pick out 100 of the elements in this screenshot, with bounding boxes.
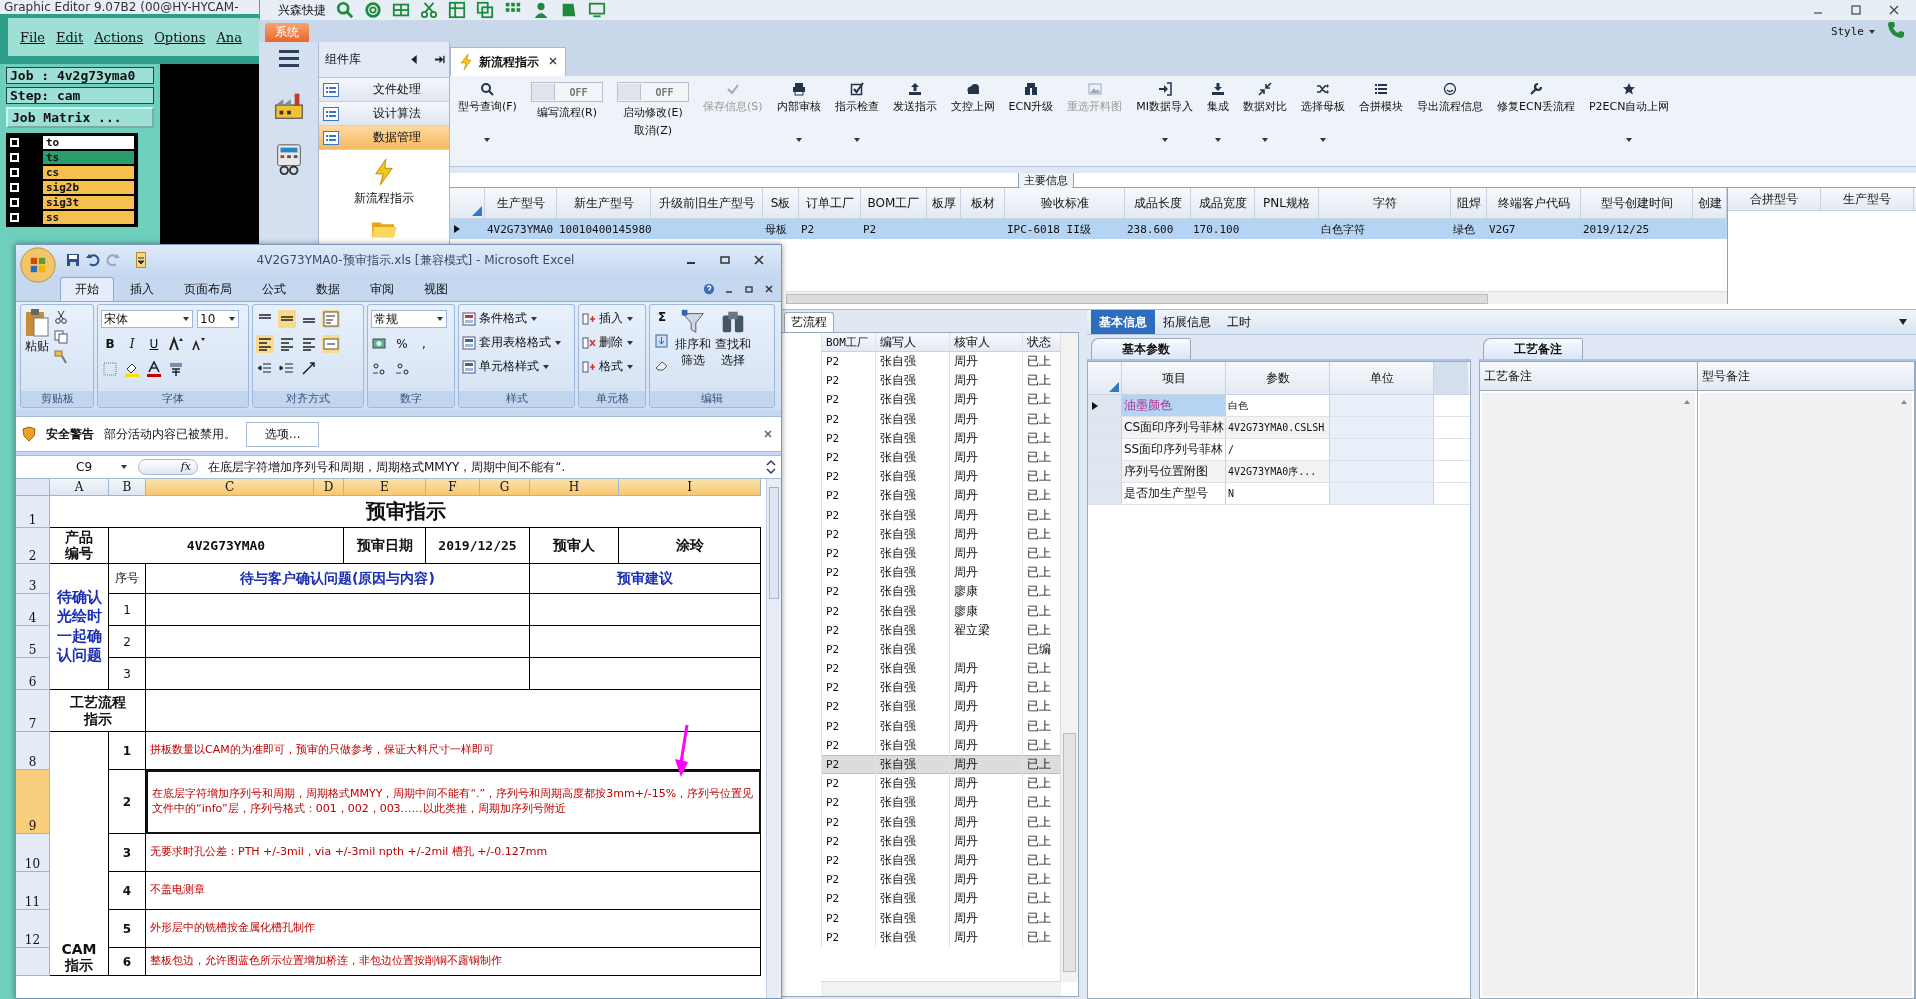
toolbar-button[interactable]: 选择母板 — [1301, 82, 1346, 143]
toolbar-button[interactable]: 导出流程信息 — [1417, 82, 1484, 114]
monitor-icon[interactable] — [588, 1, 606, 19]
column-header[interactable]: 项目 — [1122, 362, 1226, 394]
table-row[interactable]: P2 张自强 周丹 已上 — [821, 524, 1061, 544]
row-header[interactable]: 6 — [16, 658, 50, 690]
row-header[interactable]: 1 — [16, 496, 50, 528]
table-row[interactable]: P2 张自强 周丹 已上 — [821, 716, 1061, 736]
shortcut-label[interactable]: 新流程指示 — [354, 190, 414, 207]
ribbon-tab[interactable]: 公式 — [248, 278, 300, 301]
checkbox[interactable] — [10, 213, 19, 222]
toolbar-button[interactable]: 数据对比 — [1243, 82, 1288, 143]
layer-item[interactable]: sig3t — [43, 196, 134, 209]
tab[interactable]: 基本信息 — [1091, 310, 1155, 334]
table-row[interactable]: P2 张自强 周丹 已上 — [821, 659, 1061, 679]
column-header[interactable]: PNL规格 — [1255, 188, 1319, 218]
row-header[interactable]: 7 — [16, 690, 50, 732]
scrollbar[interactable] — [821, 981, 1061, 996]
menu-item[interactable]: Ana — [216, 29, 242, 45]
merge-icon[interactable] — [322, 335, 340, 353]
scroll-up-icon[interactable] — [1900, 399, 1908, 405]
table-row[interactable]: P2 张自强 周丹 已上 — [821, 754, 1061, 775]
row-header[interactable]: 9 — [16, 770, 50, 834]
column-header[interactable]: E — [344, 479, 426, 496]
column-header[interactable]: 阻焊 — [1451, 188, 1487, 218]
column-header[interactable]: I — [619, 479, 761, 496]
checkbox[interactable] — [10, 168, 19, 177]
styles-menu-button[interactable]: 套用表格格式 — [462, 332, 571, 353]
column-header[interactable]: 生产型号 — [485, 188, 557, 218]
row-header[interactable]: 8 — [16, 732, 50, 770]
grid-icon[interactable] — [448, 1, 466, 19]
lightning-icon[interactable] — [373, 158, 395, 186]
search-icon[interactable] — [336, 1, 354, 19]
brush-icon[interactable] — [54, 350, 68, 364]
checkbox[interactable] — [10, 183, 19, 192]
table-row[interactable]: P2 张自强 周丹 已上 — [821, 831, 1061, 851]
cells-menu-button[interactable]: 格式 — [582, 356, 642, 377]
table-row[interactable]: CS面印序列号菲林 4V2G73YMA0.CSLSH — [1088, 417, 1470, 439]
copy-icon[interactable] — [476, 1, 494, 19]
panel-tab[interactable]: 工艺备注 — [1483, 338, 1583, 359]
panel-tab[interactable]: 基本参数 — [1091, 338, 1191, 359]
font-size-field[interactable]: 10 — [197, 310, 239, 328]
table-row[interactable]: P2 张自强 周丹 已上 — [821, 447, 1061, 468]
column-header[interactable]: F — [426, 479, 480, 496]
ribbon-tab[interactable]: 视图 — [410, 278, 462, 301]
scrollbar[interactable] — [766, 479, 781, 998]
column-header[interactable]: 新生产型号 — [557, 188, 651, 218]
toolbar-button[interactable]: 内部审核 — [776, 82, 821, 143]
table-row[interactable]: 4V2G73YMA0 10010400145980 母板 P2 P2 IPC-6018 II级 238.600 170.100 白色字符 绿色 V2G7 2019/12/25 — [450, 219, 1727, 239]
find-select-button[interactable]: 查找和 选择 — [715, 308, 751, 388]
customize-icon[interactable] — [136, 252, 146, 268]
table-row[interactable]: P2 张自强 周丹 已上 — [821, 563, 1061, 583]
column-header[interactable]: 工艺备注 — [1480, 362, 1697, 391]
wrap-text-icon[interactable] — [322, 310, 340, 328]
collapse-icon[interactable] — [409, 54, 420, 65]
close-icon[interactable] — [763, 429, 773, 439]
bold-button[interactable]: B — [101, 335, 119, 353]
tab[interactable]: 拓展信息 — [1155, 310, 1219, 334]
font-grow-icon[interactable] — [167, 335, 185, 353]
table-row[interactable]: P2 张自强 周丹 已上 — [821, 927, 1061, 947]
row-header[interactable]: 5 — [16, 626, 50, 658]
panel-tab[interactable]: 艺流程 — [784, 312, 834, 332]
column-header[interactable]: G — [480, 479, 530, 496]
table-row[interactable]: P2 张自强 周丹 已上 — [821, 678, 1061, 698]
comma-button[interactable]: , — [415, 335, 433, 353]
table-row[interactable]: P2 张自强 周丹 已上 — [821, 409, 1061, 429]
tab[interactable]: 工时 — [1219, 310, 1259, 334]
user-icon[interactable] — [532, 1, 550, 19]
ribbon-tab[interactable]: 开始 — [60, 277, 114, 301]
table-row[interactable]: P2 张自强 周丹 已上 — [821, 889, 1061, 909]
align-icon[interactable] — [278, 335, 296, 353]
table-row[interactable]: P2 张自强 翟立梁 已上 — [821, 620, 1061, 640]
restore-icon[interactable] — [743, 283, 755, 295]
percent-button[interactable]: % — [393, 335, 411, 353]
table-row[interactable]: P2 张自强 周丹 已上 — [821, 352, 1061, 372]
align-icon[interactable] — [256, 335, 274, 353]
styles-menu-button[interactable]: 条件格式 — [462, 308, 571, 329]
table-row[interactable]: P2 张自强 廖康 已上 — [821, 601, 1061, 621]
layer-item[interactable]: sig2b — [43, 181, 134, 194]
checkbox[interactable] — [10, 138, 19, 147]
scissors-icon[interactable] — [420, 1, 438, 19]
cells-menu-button[interactable]: 插入 — [582, 308, 642, 329]
table-row[interactable]: 是否加生产型号 N — [1088, 483, 1470, 505]
job-matrix-button[interactable]: Job Matrix ... — [6, 107, 154, 128]
table-row[interactable]: SS面印序列号菲林 / — [1088, 439, 1470, 461]
table-row[interactable]: P2 张自强 周丹 已上 — [821, 908, 1061, 928]
dropdown-icon[interactable] — [1898, 318, 1908, 326]
italic-button[interactable]: I — [123, 335, 141, 353]
table-row[interactable]: P2 张自强 周丹 已上 — [821, 697, 1061, 717]
toggle-switch[interactable]: OFF — [616, 82, 689, 102]
column-header[interactable]: 编写人 — [875, 333, 949, 351]
font-name-field[interactable]: 宋体 — [101, 310, 193, 328]
save-icon[interactable] — [66, 253, 80, 267]
column-header[interactable]: 核审人 — [949, 333, 1022, 351]
pin-icon[interactable] — [434, 54, 445, 65]
column-header[interactable]: D — [314, 479, 344, 496]
table-row[interactable]: P2 张自强 周丹 已上 — [821, 505, 1061, 525]
column-header[interactable]: B — [109, 479, 146, 496]
insert-function-button[interactable]: fx — [180, 460, 191, 474]
row-header[interactable]: 12 — [16, 910, 50, 948]
